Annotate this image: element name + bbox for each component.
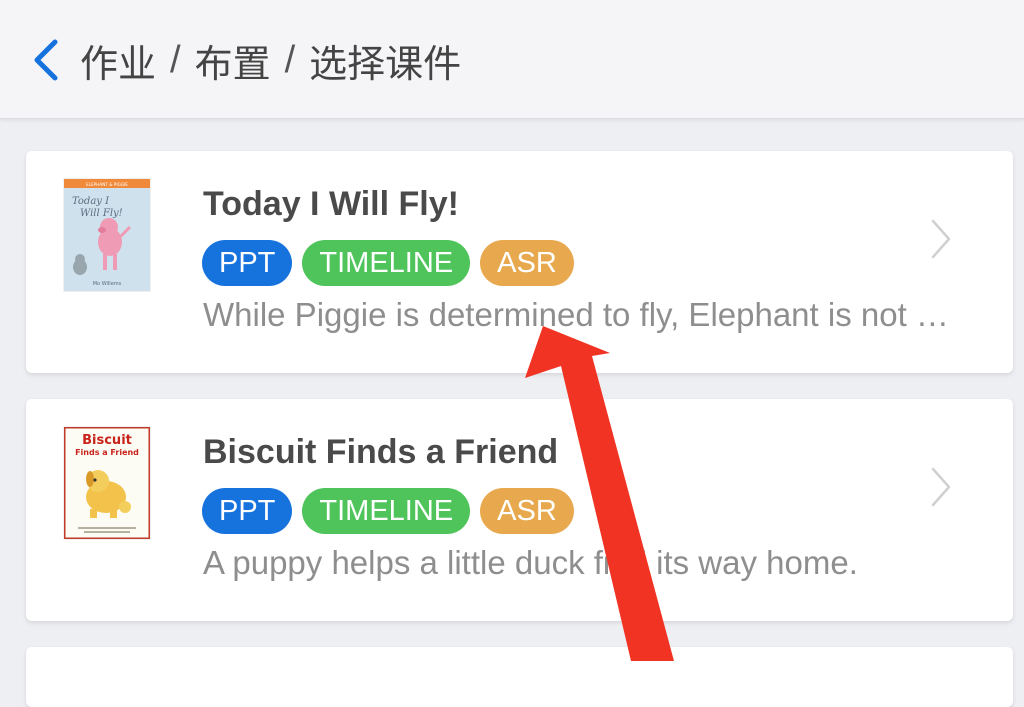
tag-list: PPT TIMELINE ASR bbox=[202, 488, 574, 534]
cover-series: ELEPHANT & PIGGIE bbox=[86, 182, 128, 187]
course-card[interactable]: ELEPHANT & PIGGIE Today I Will Fly! Mo W… bbox=[26, 151, 1013, 373]
top-bar: 作业 / 布置 / 选择课件 bbox=[0, 0, 1024, 119]
breadcrumb: 作业 / 布置 / 选择课件 bbox=[80, 34, 461, 86]
breadcrumb-homework[interactable]: 作业 bbox=[80, 33, 156, 88]
breadcrumb-assign[interactable]: 布置 bbox=[195, 33, 271, 88]
breadcrumb-separator: / bbox=[170, 38, 181, 81]
breadcrumb-select-courseware: 选择课件 bbox=[309, 41, 462, 86]
course-card[interactable]: Biscuit Finds a Friend Biscuit Finds a F… bbox=[26, 399, 1013, 621]
cover-title-line1: Biscuit bbox=[82, 433, 132, 448]
back-button[interactable] bbox=[22, 32, 70, 88]
tag-ppt: PPT bbox=[202, 240, 293, 286]
chevron-right-icon bbox=[931, 467, 951, 507]
cover-title-line2: Will Fly! bbox=[80, 208, 123, 219]
book-cover-image: Biscuit Finds a Friend bbox=[64, 427, 150, 539]
course-description: While Piggie is determined to fly, Eleph… bbox=[203, 296, 963, 333]
cover-author: Mo Willems bbox=[93, 281, 122, 287]
tag-timeline: TIMELINE bbox=[302, 240, 471, 286]
book-cover-image: ELEPHANT & PIGGIE Today I Will Fly! Mo W… bbox=[64, 179, 150, 291]
chevron-right-icon bbox=[931, 219, 951, 259]
course-card[interactable] bbox=[26, 647, 1013, 707]
course-title: Today I Will Fly! bbox=[203, 185, 459, 223]
tag-timeline: TIMELINE bbox=[302, 488, 471, 534]
tag-asr: ASR bbox=[480, 488, 574, 534]
course-description: A puppy helps a little duck find its way… bbox=[203, 544, 858, 581]
cover-title-line2: Finds a Friend bbox=[75, 448, 139, 457]
tag-ppt: PPT bbox=[202, 488, 293, 534]
course-title: Biscuit Finds a Friend bbox=[203, 433, 559, 471]
cover-title-line1: Today I bbox=[72, 196, 110, 207]
tag-list: PPT TIMELINE ASR bbox=[202, 240, 574, 286]
chevron-left-icon bbox=[34, 39, 58, 81]
breadcrumb-separator: / bbox=[284, 38, 296, 81]
tag-asr: ASR bbox=[480, 240, 574, 286]
